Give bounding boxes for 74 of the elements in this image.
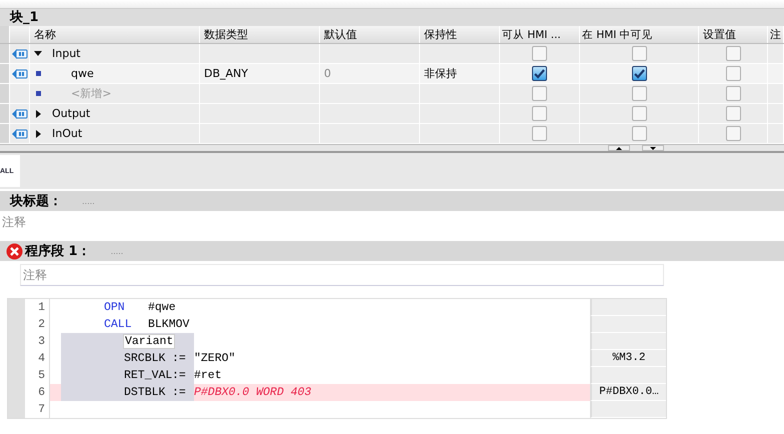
column-header[interactable]: 注 — [768, 26, 784, 43]
checkbox[interactable] — [632, 106, 646, 121]
assign-operator: := — [172, 352, 186, 365]
column-header[interactable]: 名称 — [30, 26, 200, 43]
line-number: 7 — [25, 401, 50, 418]
row-header[interactable] — [0, 84, 10, 103]
row-header[interactable] — [0, 104, 10, 123]
table-cell: 0 — [324, 67, 331, 80]
type-label: Variant — [123, 334, 176, 349]
checkbox[interactable] — [632, 126, 646, 141]
interface-icon — [12, 108, 28, 118]
column-header[interactable]: 默认值 — [320, 26, 420, 43]
checkbox[interactable] — [632, 46, 646, 61]
parameter-value: P#DBX0.0 WORD 403 — [194, 386, 312, 399]
checkbox[interactable] — [532, 46, 547, 61]
block-title-label: 块标题： — [10, 193, 62, 210]
column-header[interactable]: 保持性 — [420, 26, 500, 43]
line-number: 2 — [25, 316, 50, 333]
expand-toggle[interactable] — [36, 110, 41, 118]
scroll-down-button[interactable] — [642, 145, 664, 151]
row-header[interactable] — [0, 44, 10, 63]
expand-toggle[interactable] — [36, 130, 41, 138]
checkbox[interactable] — [726, 106, 740, 121]
line-number: 3 — [25, 333, 50, 350]
column-header[interactable]: 设置值 — [699, 26, 768, 43]
checkbox[interactable] — [632, 86, 646, 101]
interface-icon — [12, 128, 28, 138]
checkbox[interactable] — [532, 66, 547, 81]
checkbox[interactable] — [632, 66, 646, 81]
scroll-up-button[interactable] — [608, 145, 630, 151]
line-number: 1 — [25, 299, 50, 316]
network-label: 程序段 1： — [25, 242, 91, 260]
row-header[interactable] — [0, 64, 10, 83]
section-name: InOut — [52, 127, 82, 140]
instruction-operand: BLKMOV — [148, 318, 190, 331]
instruction-operand: #qwe — [148, 301, 176, 314]
parameter-value: "ZERO" — [194, 352, 236, 365]
section-name: Output — [52, 107, 90, 120]
section-name: Input — [52, 47, 80, 60]
checkbox[interactable] — [532, 106, 547, 121]
comment-field[interactable]: 注释 — [23, 266, 47, 284]
checkbox[interactable] — [726, 66, 740, 81]
column-header[interactable]: 在 HMI 中可见 — [580, 26, 699, 43]
code-editor[interactable]: 1 OPN #qwe 2 CALL BLKMOV 3 Variant 4 SRCBLK := "ZERO" %M3.2 5 RET_VAL:= #ret 6 DSTBLK := P#DBX0.0 WORD 403 P#DBX0.0… 7 — [7, 298, 667, 419]
checkbox[interactable] — [532, 86, 547, 101]
block-title: 块_1 — [10, 10, 39, 25]
table-cell: DB_ANY — [204, 67, 248, 80]
operand-cell: P#DBX0.0… — [590, 384, 666, 401]
assign-operator: := — [172, 386, 186, 399]
parameter-value: #ret — [194, 369, 222, 382]
row-header[interactable] — [0, 124, 10, 143]
column-header[interactable]: 可从 HMI ... — [500, 26, 580, 43]
operand-cell: %M3.2 — [590, 350, 666, 367]
checkbox[interactable] — [726, 86, 740, 101]
interface-icon — [12, 48, 28, 58]
expand-toggle[interactable] — [34, 51, 42, 56]
checkbox[interactable] — [726, 46, 740, 61]
column-header[interactable]: 数据类型 — [200, 26, 320, 43]
instruction-keyword: CALL — [104, 318, 133, 331]
parameter-name: DSTBLK — [124, 386, 166, 399]
checkbox[interactable] — [726, 126, 740, 141]
instruction-keyword: OPN — [104, 301, 126, 314]
comment-text[interactable]: 注释 — [2, 214, 26, 230]
variable-name: qwe — [71, 67, 94, 80]
interface-icon — [12, 68, 28, 78]
bullet-icon — [36, 91, 41, 96]
checkbox[interactable] — [532, 126, 547, 141]
parameter-name: RET_VAL — [124, 369, 172, 382]
assign-operator: := — [172, 369, 186, 382]
line-number: 4 — [25, 350, 50, 367]
table-cell: 非保持 — [424, 66, 457, 81]
parameter-name: SRCBLK — [124, 352, 166, 365]
bullet-icon — [36, 71, 41, 76]
line-number: 5 — [25, 367, 50, 384]
